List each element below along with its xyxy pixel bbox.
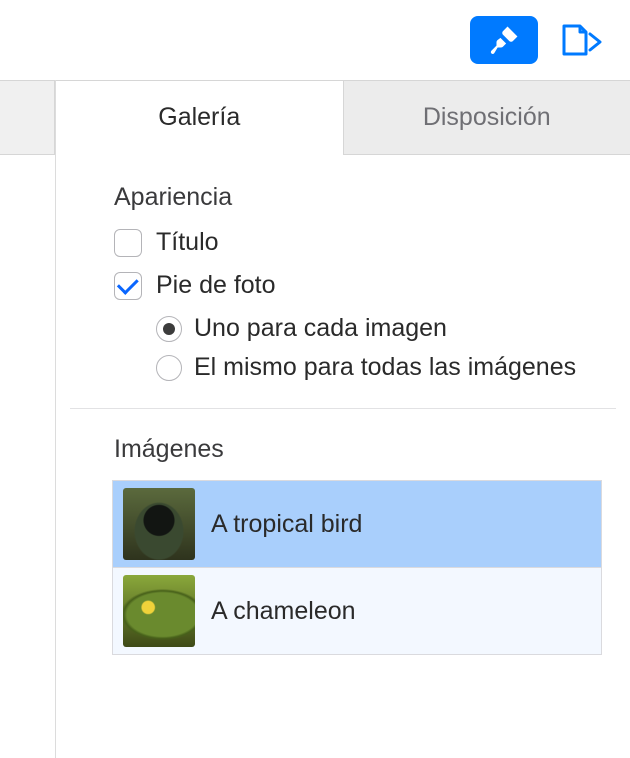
caption-checkbox[interactable] bbox=[114, 272, 142, 300]
title-checkbox-row[interactable]: Título bbox=[114, 228, 610, 257]
image-list-item[interactable]: A chameleon bbox=[113, 568, 601, 655]
images-heading: Imágenes bbox=[114, 435, 610, 464]
paintbrush-icon bbox=[487, 23, 521, 57]
caption-checkbox-row[interactable]: Pie de foto bbox=[114, 271, 610, 300]
caption-radio-group: Uno para cada imagen El mismo para todas… bbox=[114, 314, 610, 382]
radio-same-all-input[interactable] bbox=[156, 355, 182, 381]
appearance-section: Apariencia Título Pie de foto Uno para c… bbox=[56, 155, 630, 382]
images-section: Imágenes A tropical bird A chameleon bbox=[56, 409, 630, 655]
image-list-item[interactable]: A tropical bird bbox=[113, 481, 601, 568]
radio-same-all[interactable]: El mismo para todas las imágenes bbox=[156, 353, 610, 382]
image-thumbnail bbox=[123, 575, 195, 647]
appearance-heading: Apariencia bbox=[114, 183, 610, 212]
inspector-tabs: Galería Disposición bbox=[56, 80, 630, 155]
inspector-panel: Galería Disposición Apariencia Título Pi… bbox=[0, 80, 630, 758]
left-gutter-doc bbox=[0, 155, 55, 758]
image-list-item-label: A chameleon bbox=[211, 597, 356, 626]
title-checkbox-label: Título bbox=[156, 228, 219, 257]
tab-layout[interactable]: Disposición bbox=[343, 80, 630, 155]
title-checkbox[interactable] bbox=[114, 229, 142, 257]
caption-checkbox-label: Pie de foto bbox=[156, 271, 276, 300]
image-thumbnail bbox=[123, 488, 195, 560]
left-gutter-tab bbox=[0, 80, 55, 155]
image-list: A tropical bird A chameleon bbox=[112, 480, 602, 655]
page-stack-icon bbox=[556, 20, 608, 60]
radio-each-image-input[interactable] bbox=[156, 316, 182, 342]
inspector: Galería Disposición Apariencia Título Pi… bbox=[55, 80, 630, 758]
radio-each-image-label: Uno para cada imagen bbox=[194, 314, 447, 343]
image-list-item-label: A tropical bird bbox=[211, 510, 362, 539]
tab-gallery[interactable]: Galería bbox=[56, 80, 343, 155]
toolbar bbox=[0, 0, 630, 80]
format-button[interactable] bbox=[470, 16, 538, 64]
radio-each-image[interactable]: Uno para cada imagen bbox=[156, 314, 610, 343]
document-button[interactable] bbox=[552, 16, 612, 64]
radio-same-all-label: El mismo para todas las imágenes bbox=[194, 353, 576, 382]
